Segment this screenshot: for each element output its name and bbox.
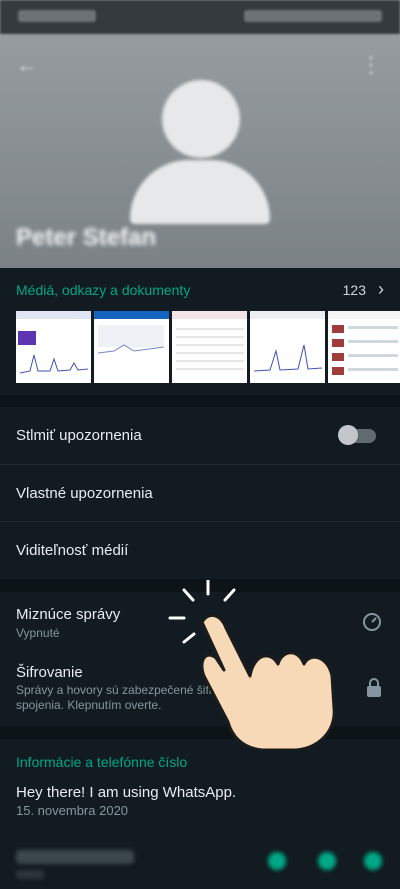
notification-settings: Stlmiť upozornenia Vlastné upozornenia V… (0, 407, 400, 579)
status-icons (244, 10, 382, 22)
timer-icon (363, 613, 381, 631)
custom-notifications-label: Vlastné upozornenia (16, 485, 153, 502)
profile-header: ← ⋮ Peter Stefan (0, 0, 400, 268)
about-status-date: 15. novembra 2020 (16, 803, 129, 818)
phone-number-blurred (16, 850, 134, 864)
toggle-knob (338, 425, 358, 445)
avatar-body (130, 160, 270, 224)
media-visibility-label: Viditeľnosť médií (16, 542, 129, 559)
custom-notifications-row[interactable]: Vlastné upozornenia (0, 464, 400, 522)
media-thumbnail[interactable] (172, 311, 247, 383)
media-count[interactable]: 123 (343, 282, 366, 298)
media-thumbnails (16, 311, 400, 383)
disappearing-messages-value: Vypnuté (16, 626, 60, 640)
status-bar (0, 0, 400, 34)
avatar-head (162, 80, 240, 158)
media-visibility-row[interactable]: Viditeľnosť médií (0, 521, 400, 579)
tap-hand-icon (168, 580, 336, 750)
phone-number-row[interactable] (0, 830, 400, 889)
encryption-desc-line2: spojenia. Klepnutím overte. (16, 698, 162, 712)
media-section: Médiá, odkazy a dokumenty 123 › (0, 268, 400, 395)
mute-notifications-row[interactable]: Stlmiť upozornenia (0, 407, 400, 464)
disappearing-messages-title: Miznúce správy (16, 606, 121, 623)
thumbnail-chart (253, 344, 323, 372)
phone-type-blurred (16, 870, 44, 879)
mute-toggle[interactable] (338, 425, 376, 445)
contact-name: Peter Stefan (16, 224, 157, 251)
arrow-left-icon[interactable]: ← (16, 52, 38, 78)
lock-icon (367, 678, 381, 697)
media-thumbnail[interactable] (16, 311, 91, 383)
media-thumbnail[interactable] (328, 311, 400, 383)
more-vert-icon[interactable]: ⋮ (360, 52, 382, 78)
media-thumbnail[interactable] (94, 311, 169, 383)
mute-notifications-label: Stlmiť upozornenia (16, 427, 142, 444)
about-section: Informácie a telefónne číslo Hey there! … (0, 739, 400, 830)
media-thumbnail[interactable] (250, 311, 325, 383)
about-section-title: Informácie a telefónne číslo (16, 754, 188, 770)
status-time (18, 10, 96, 22)
message-icon[interactable] (268, 852, 286, 870)
media-section-title[interactable]: Médiá, odkazy a dokumenty (16, 282, 190, 298)
about-status-text[interactable]: Hey there! I am using WhatsApp. (16, 784, 236, 801)
thumbnail-table (176, 328, 244, 370)
phone-icon[interactable] (318, 852, 336, 870)
chevron-right-icon[interactable]: › (378, 279, 384, 300)
encryption-title: Šifrovanie (16, 664, 83, 681)
video-call-icon[interactable] (364, 852, 382, 870)
thumbnail-chart (19, 354, 89, 374)
thumbnail-chart (97, 325, 165, 354)
thumbnail-list (332, 325, 398, 375)
